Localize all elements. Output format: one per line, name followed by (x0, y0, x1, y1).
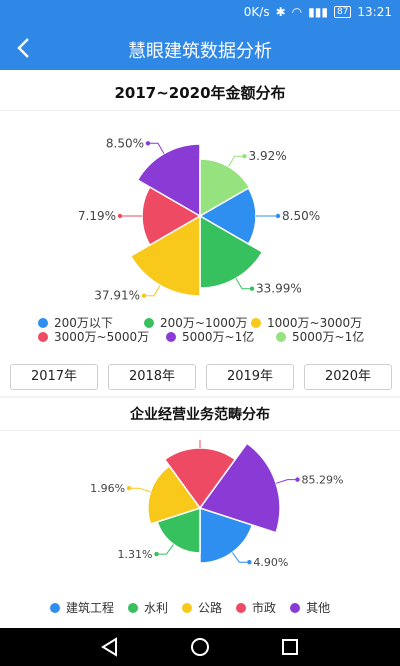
label-leader-line (235, 278, 252, 290)
legend-item[interactable]: 水利 (128, 599, 168, 616)
label-leader-line (148, 142, 165, 154)
divider (0, 430, 400, 431)
legend-label: 建筑工程 (66, 601, 115, 615)
page-title: 慧眼建筑数据分析 (128, 41, 272, 62)
data-label: 8.50% (106, 136, 144, 150)
legend-dot (38, 332, 48, 342)
legend-item[interactable]: 3000万~5000万 (38, 330, 166, 344)
bluetooth-icon: ✱ (275, 5, 286, 19)
nav-recents-icon[interactable] (280, 637, 300, 657)
status-time: 13:21 (357, 5, 392, 19)
business-scope-title: 企业经营业务范畴分布 (130, 407, 270, 423)
label-dot (295, 477, 300, 482)
label-dot (154, 551, 159, 557)
legend-label: 3000万~5000万 (54, 330, 150, 344)
data-label: 1.96% (90, 482, 125, 495)
battery-icon: 87 (333, 6, 352, 18)
label-dot (117, 213, 123, 219)
legend-item[interactable]: 5000万~1亿 (166, 330, 276, 344)
legend-label: 5000万~1亿 (182, 330, 255, 344)
data-label: 6.54% (151, 440, 186, 443)
legend-item[interactable]: 其他 (290, 599, 330, 616)
legend-dot (38, 318, 48, 328)
legend-dot (144, 318, 154, 328)
status-icons: 0K/s ✱ ◠ ▮▮▮ 87 13:21 (244, 5, 392, 19)
data-label: 4.90% (253, 556, 288, 569)
nav-back-icon[interactable] (100, 637, 120, 657)
year-button-2017[interactable]: 2017年 (10, 364, 98, 390)
legend-item[interactable]: 200万以下 (38, 316, 144, 330)
legend-item[interactable]: 公路 (182, 599, 222, 616)
amount-pie-chart: 8.50% 33.99% 37.91% 7.19% 8.50% 3.92% (78, 136, 320, 303)
system-nav-bar (0, 628, 400, 666)
year-button-2019[interactable]: 2019年 (206, 364, 294, 390)
legend-item[interactable]: 200万~1000万 (144, 316, 251, 330)
data-label: 3.92% (249, 149, 287, 163)
year-selector: 2017年 2018年 2019年 2020年 (10, 364, 392, 390)
label-leader-line (129, 487, 151, 493)
nav-home-icon[interactable] (190, 637, 210, 657)
label-dot (247, 560, 252, 565)
legend-label: 公路 (198, 601, 223, 615)
data-label: 1.31% (118, 548, 153, 561)
legend-item[interactable]: 5000万~1亿 (276, 330, 364, 344)
label-leader-line (199, 440, 201, 448)
data-label: 37.91% (94, 289, 140, 303)
year-button-2020[interactable]: 2020年 (304, 364, 392, 390)
label-dot (145, 141, 151, 146)
legend-dot (251, 318, 261, 328)
label-leader-line (228, 155, 245, 167)
legend-item[interactable]: 市政 (236, 599, 276, 616)
label-leader-line (144, 285, 161, 297)
legend-row: 200万以下 200万~1000万 1000万~3000万 (38, 316, 368, 330)
legend-row: 3000万~5000万 5000万~1亿 5000万~1亿 (38, 330, 368, 344)
label-dot (249, 286, 255, 291)
signal-icon: ▮▮▮ (308, 5, 328, 19)
label-dot (141, 293, 147, 298)
legend-item[interactable]: 建筑工程 (50, 599, 114, 616)
legend-label: 200万以下 (54, 316, 113, 330)
wifi-icon: ◠ (291, 5, 303, 19)
legend-label: 其他 (306, 601, 331, 615)
legend-item[interactable]: 1000万~3000万 (251, 316, 362, 330)
year-button-2018[interactable]: 2018年 (108, 364, 196, 390)
legend-dot (276, 332, 286, 342)
legend-dot (128, 602, 139, 613)
legend-label: 1000万~3000万 (267, 316, 363, 330)
legend-dot (182, 602, 193, 613)
label-dot (242, 154, 247, 159)
label-leader-line (231, 552, 250, 563)
amount-distribution-title: 2017~2020年金额分布 (114, 84, 286, 102)
legend-dot (290, 602, 301, 613)
data-label: 7.19% (78, 209, 116, 223)
legend-dot (236, 602, 247, 613)
status-bar: 0K/s ✱ ◠ ▮▮▮ 87 13:21 (0, 0, 400, 26)
data-label: 85.29% (302, 474, 344, 487)
app-bar: 慧眼建筑数据分析 (0, 26, 400, 70)
divider (0, 110, 400, 111)
label-leader-line (156, 544, 174, 555)
data-label: 8.50% (282, 209, 320, 223)
legend-dot (50, 602, 60, 613)
legend-label: 市政 (252, 601, 277, 615)
business-scope-legend: 建筑工程 水利 公路 市政 其他 (50, 599, 380, 616)
legend-dot (166, 332, 176, 342)
network-speed: 0K/s (243, 5, 270, 19)
legend-label: 5000万~1亿 (292, 330, 365, 344)
label-leader-line (275, 479, 298, 484)
label-dot (275, 213, 281, 219)
data-label: 33.99% (256, 282, 302, 296)
legend-label: 水利 (144, 601, 169, 615)
amount-legend: 200万以下 200万~1000万 1000万~3000万 3000万~5000… (38, 316, 368, 344)
legend-label: 200万~1000万 (160, 316, 248, 330)
label-dot (126, 486, 132, 491)
business-scope-pie-chart: 4.90% 1.31% 1.96% 6.54% 85.29% (90, 440, 344, 569)
divider (0, 396, 400, 398)
